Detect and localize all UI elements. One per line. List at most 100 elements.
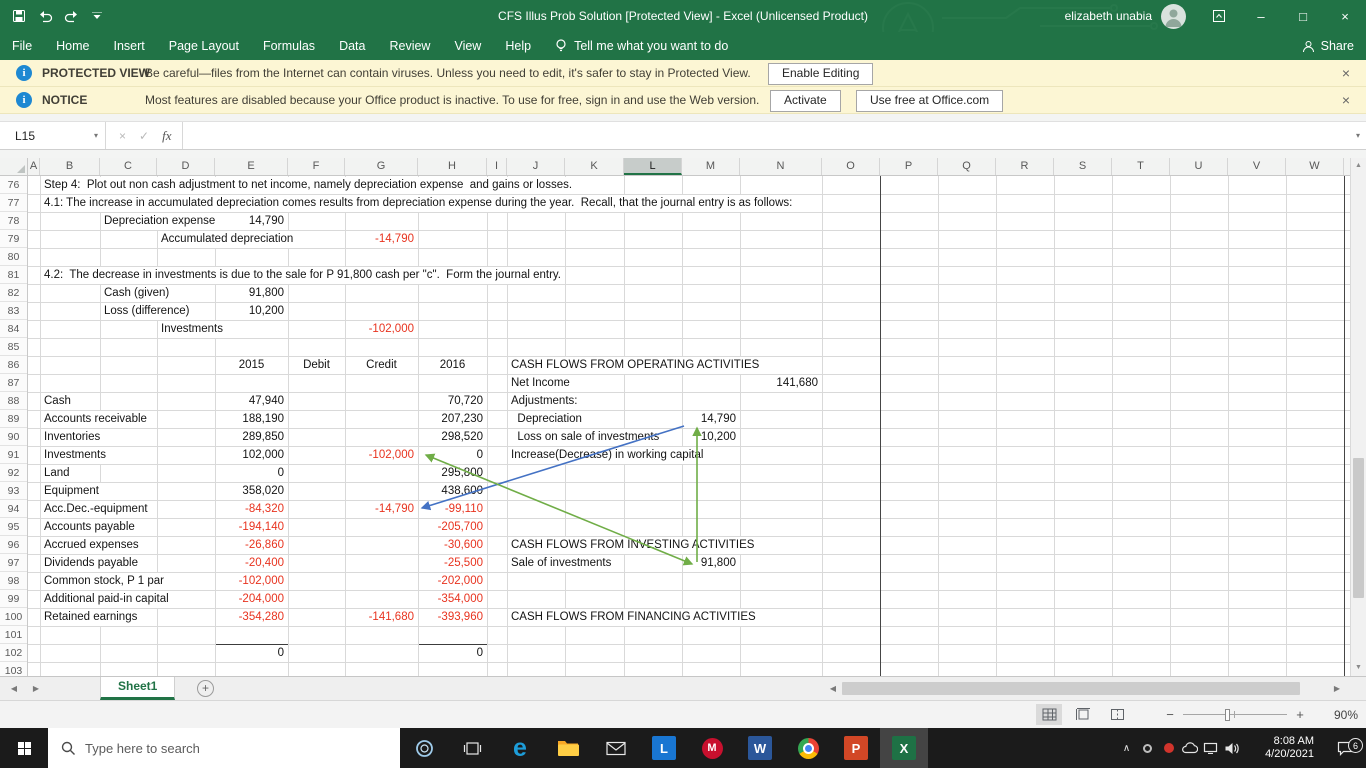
formula-bar-expand-icon[interactable]: ▾: [1356, 131, 1360, 140]
row-header-80[interactable]: 80: [0, 248, 27, 266]
taskbar-app-chrome[interactable]: [784, 728, 832, 768]
zoom-out-icon[interactable]: −: [1164, 707, 1176, 722]
row-header-97[interactable]: 97: [0, 554, 27, 572]
cell-E91[interactable]: 102,000: [216, 447, 284, 464]
cell-E86[interactable]: 2015: [216, 357, 287, 374]
zoom-level[interactable]: 90%: [1324, 708, 1358, 722]
redo-icon[interactable]: [58, 0, 84, 32]
cell-H96[interactable]: -30,600: [419, 537, 483, 554]
share-button[interactable]: Share: [1302, 39, 1354, 53]
row-header-98[interactable]: 98: [0, 572, 27, 590]
row-header-90[interactable]: 90: [0, 428, 27, 446]
taskbar-app-mail[interactable]: [592, 728, 640, 768]
horizontal-scroll-thumb[interactable]: [842, 682, 1300, 695]
use-free-button[interactable]: Use free at Office.com: [856, 90, 1004, 112]
column-header-A[interactable]: A: [28, 158, 40, 175]
menu-tab-file[interactable]: File: [0, 32, 44, 60]
cell-B97[interactable]: Dividends payable: [41, 555, 141, 572]
close-icon[interactable]: ×: [1338, 60, 1354, 86]
cell-J96[interactable]: CASH FLOWS FROM INVESTING ACTIVITIES: [508, 537, 758, 554]
save-icon[interactable]: [6, 0, 32, 32]
enter-check-icon[interactable]: ✓: [139, 129, 149, 143]
cell-E95[interactable]: -194,140: [216, 519, 284, 536]
taskbar-app-file-explorer[interactable]: [544, 728, 592, 768]
cell-E78[interactable]: 14,790: [216, 213, 284, 230]
row-header-101[interactable]: 101: [0, 626, 27, 644]
column-header-V[interactable]: V: [1228, 158, 1286, 175]
menu-tab-page-layout[interactable]: Page Layout: [157, 32, 251, 60]
row-header-88[interactable]: 88: [0, 392, 27, 410]
taskbar-app-word[interactable]: W: [736, 728, 784, 768]
name-box-caret-icon[interactable]: ▾: [94, 131, 98, 140]
enable-editing-button[interactable]: Enable Editing: [768, 63, 874, 85]
insert-function-icon[interactable]: fx: [162, 128, 171, 144]
row-header-91[interactable]: 91: [0, 446, 27, 464]
cell-B99[interactable]: Additional paid-in capital: [41, 591, 172, 608]
row-header-77[interactable]: 77: [0, 194, 27, 212]
cell-B91[interactable]: Investments: [41, 447, 109, 464]
taskbar-app-lockdown[interactable]: L: [640, 728, 688, 768]
cell-H89[interactable]: 207,230: [419, 411, 483, 428]
cell-C82[interactable]: Cash (given): [101, 285, 173, 302]
column-header-N[interactable]: N: [740, 158, 822, 175]
column-header-G[interactable]: G: [345, 158, 418, 175]
cell-J88[interactable]: Adjustments:: [508, 393, 581, 410]
menu-tab-view[interactable]: View: [442, 32, 493, 60]
cell-M89[interactable]: 14,790: [683, 411, 736, 428]
column-header-H[interactable]: H: [418, 158, 487, 175]
page-layout-view-icon[interactable]: [1070, 704, 1096, 725]
taskbar-app-mcafee[interactable]: M: [688, 728, 736, 768]
cell-J100[interactable]: CASH FLOWS FROM FINANCING ACTIVITIES: [508, 609, 759, 626]
column-header-D[interactable]: D: [157, 158, 215, 175]
cell-E90[interactable]: 289,850: [216, 429, 284, 446]
start-button[interactable]: [0, 728, 48, 768]
cell-G100[interactable]: -141,680: [346, 609, 414, 626]
cell-E88[interactable]: 47,940: [216, 393, 284, 410]
taskbar-app-powerpoint[interactable]: P: [832, 728, 880, 768]
cell-E96[interactable]: -26,860: [216, 537, 284, 554]
task-view-button[interactable]: [448, 728, 496, 768]
network-icon[interactable]: [1200, 742, 1221, 754]
scroll-left-icon[interactable]: ◀: [826, 681, 840, 696]
horizontal-scrollbar[interactable]: ◀ ▶: [826, 681, 1344, 696]
sheet-tab-sheet1[interactable]: Sheet1: [100, 677, 176, 700]
column-header-C[interactable]: C: [100, 158, 157, 175]
cell-F86[interactable]: Debit: [289, 357, 344, 374]
speaker-icon[interactable]: [1221, 742, 1242, 755]
zoom-slider[interactable]: [1183, 708, 1287, 722]
row-header-86[interactable]: 86: [0, 356, 27, 374]
cell-B95[interactable]: Accounts payable: [41, 519, 138, 536]
cell-B98[interactable]: Common stock, P 1 par: [41, 573, 167, 590]
row-header-85[interactable]: 85: [0, 338, 27, 356]
row-header-103[interactable]: 103: [0, 662, 27, 676]
cortana-button[interactable]: [400, 728, 448, 768]
cell-B100[interactable]: Retained earnings: [41, 609, 141, 626]
minimize-button[interactable]: –: [1240, 0, 1282, 32]
cell-H97[interactable]: -25,500: [419, 555, 483, 572]
cell-H98[interactable]: -202,000: [419, 573, 483, 590]
hidden-icons-chevron-icon[interactable]: ∧: [1116, 743, 1137, 754]
next-sheet-icon[interactable]: ▶: [26, 677, 46, 700]
maximize-button[interactable]: □: [1282, 0, 1324, 32]
column-header-R[interactable]: R: [996, 158, 1054, 175]
qat-customize-icon[interactable]: [84, 0, 110, 32]
cell-J87[interactable]: Net Income: [508, 375, 573, 392]
cell-B92[interactable]: Land: [41, 465, 73, 482]
column-header-U[interactable]: U: [1170, 158, 1228, 175]
menu-tab-review[interactable]: Review: [377, 32, 442, 60]
scroll-up-icon[interactable]: ▲: [1351, 158, 1366, 174]
cell-H86[interactable]: 2016: [419, 357, 486, 374]
menu-tab-home[interactable]: Home: [44, 32, 101, 60]
cell-G84[interactable]: -102,000: [346, 321, 414, 338]
taskbar-app-excel[interactable]: X: [880, 728, 928, 768]
taskbar-clock[interactable]: 8:08 AM 4/20/2021: [1254, 735, 1314, 761]
onedrive-cloud-icon[interactable]: [1179, 742, 1200, 754]
undo-icon[interactable]: [32, 0, 58, 32]
row-header-79[interactable]: 79: [0, 230, 27, 248]
column-header-O[interactable]: O: [822, 158, 880, 175]
cell-E83[interactable]: 10,200: [216, 303, 284, 320]
row-header-92[interactable]: 92: [0, 464, 27, 482]
zoom-in-icon[interactable]: +: [1294, 707, 1306, 722]
account-name[interactable]: elizabeth unabia: [1065, 9, 1152, 23]
menu-tab-help[interactable]: Help: [493, 32, 543, 60]
